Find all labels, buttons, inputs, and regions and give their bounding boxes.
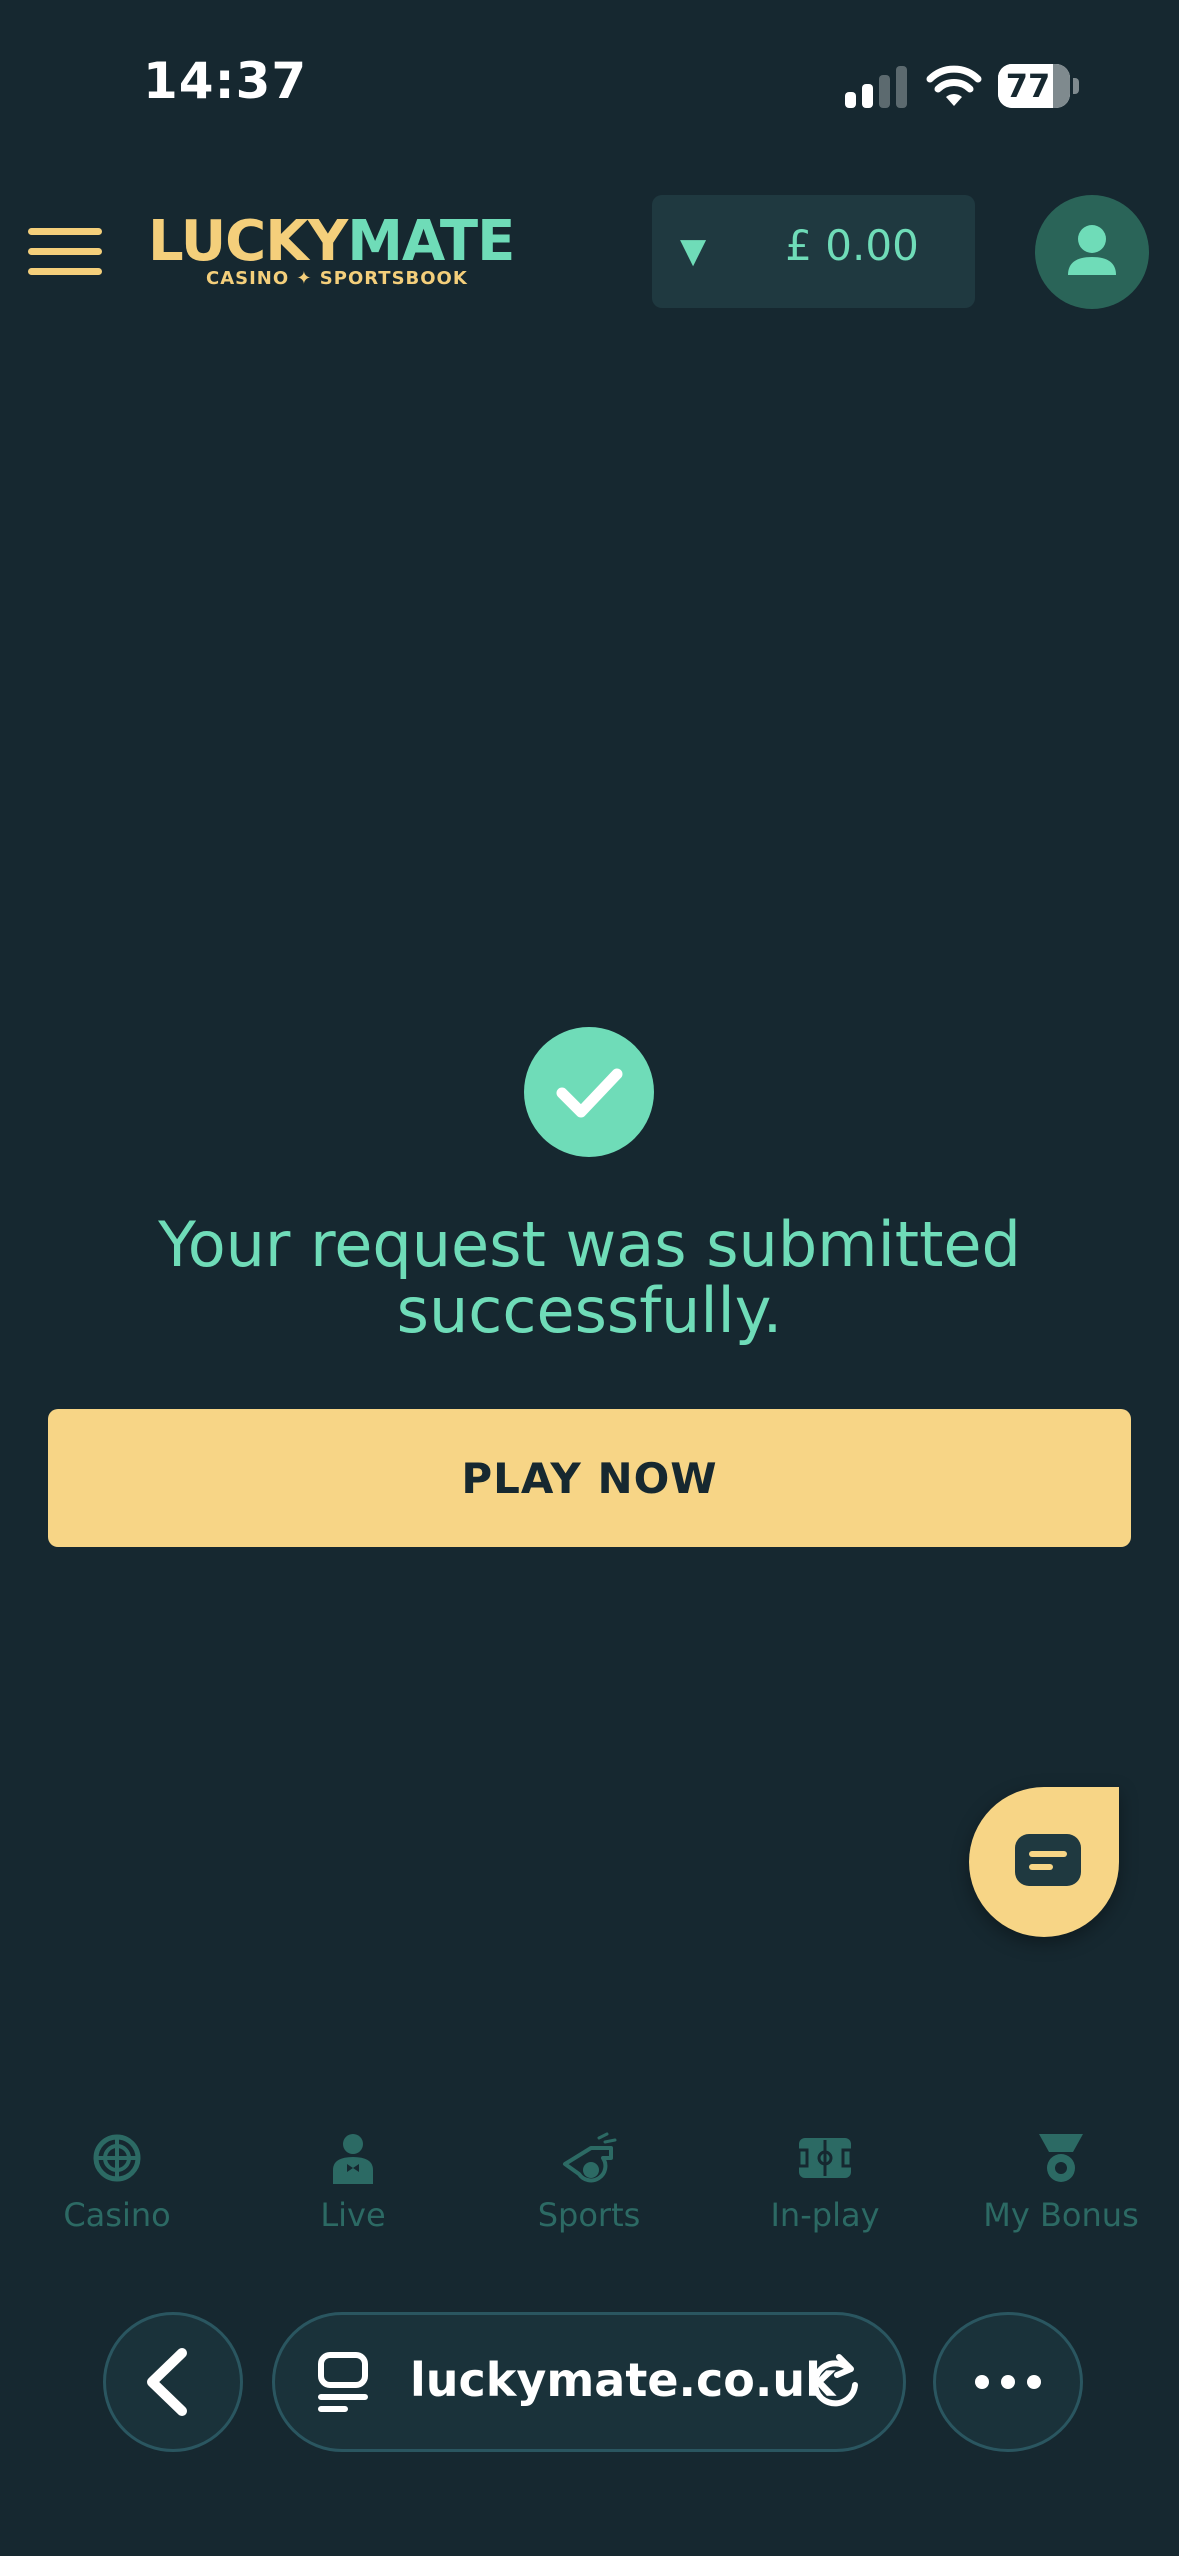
chat-button[interactable] [969, 1787, 1119, 1937]
success-message: Your request was submitted successfully. [158, 1208, 1021, 1347]
nav-item-in-play[interactable]: In-play [735, 2130, 915, 2250]
browser-more-button[interactable] [933, 2312, 1083, 2452]
tabs-icon [318, 2352, 368, 2412]
dealer-icon [333, 2134, 373, 2184]
play-now-button[interactable]: PLAY NOW [48, 1409, 1131, 1547]
chat-icon [1015, 1834, 1081, 1886]
logo[interactable]: LUCKYMATE CASINO ✦ SPORTSBOOK [148, 214, 515, 290]
battery-icon: 77 [998, 64, 1080, 110]
balance-amount: £ 0.00 [785, 221, 919, 270]
nav-item-my-bonus[interactable]: My Bonus [971, 2130, 1151, 2250]
nav-label-in-play: In-play [770, 2196, 880, 2234]
nav-label-live: Live [320, 2196, 386, 2234]
whistle-icon [563, 2132, 617, 2183]
url-bar[interactable]: luckymate.co.uk [272, 2312, 906, 2452]
battery-cap [1073, 78, 1079, 94]
nav-label-my-bonus: My Bonus [983, 2196, 1139, 2234]
battery-level: 77 [1005, 67, 1051, 105]
back-icon [147, 2348, 187, 2416]
profile-button[interactable] [1035, 195, 1149, 309]
logo-wordmark: LUCKYMATE [148, 209, 515, 274]
reload-icon[interactable] [805, 2353, 865, 2413]
user-icon [1068, 225, 1116, 275]
url-text: luckymate.co.uk [410, 2353, 836, 2407]
nav-item-casino[interactable]: Casino [27, 2130, 207, 2250]
status-time: 14:37 [143, 52, 308, 110]
wifi-icon [926, 65, 982, 106]
caret-down-icon: ▼ [680, 231, 707, 271]
checkmark-icon [524, 1027, 654, 1157]
browser-back-button[interactable] [103, 2312, 243, 2452]
nav-item-live[interactable]: Live [263, 2130, 443, 2250]
pitch-icon [797, 2138, 853, 2178]
medal-icon [1039, 2134, 1083, 2182]
balance-dropdown[interactable]: ▼ £ 0.00 [652, 195, 975, 308]
logo-tagline: CASINO ✦ SPORTSBOOK [206, 268, 468, 289]
nav-item-sports[interactable]: Sports [499, 2130, 679, 2250]
hamburger-menu-icon[interactable] [28, 224, 102, 280]
signal-icon [845, 66, 907, 108]
more-icon [975, 2375, 1041, 2389]
roulette-icon [93, 2134, 141, 2182]
nav-label-sports: Sports [537, 2196, 641, 2234]
nav-label-casino: Casino [63, 2196, 171, 2234]
